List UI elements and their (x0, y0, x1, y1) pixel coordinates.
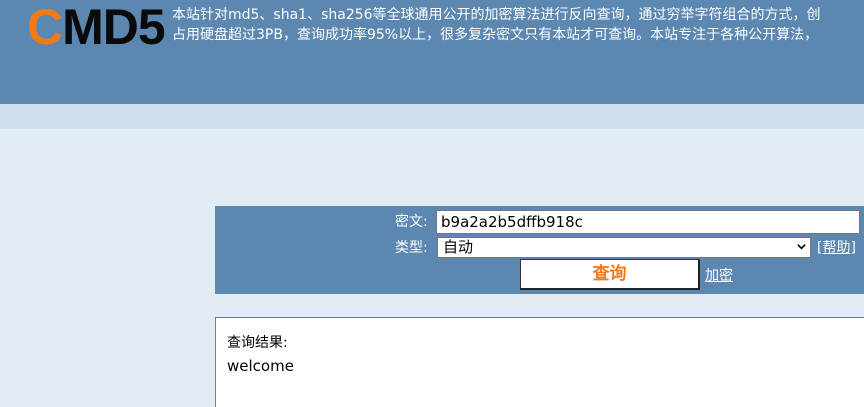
cipher-input[interactable]: b9a2a2b5dffb918c (436, 210, 860, 234)
nav-subbar (0, 104, 864, 129)
logo-letters-md5: MD5 (62, 0, 166, 55)
cipher-label: 密文: (395, 214, 428, 230)
help-link[interactable]: [帮助] (817, 239, 856, 257)
intro-line-2: 占用硬盘超过3PB，查询成功率95%以上，很多复杂密文只有本站才可查询。本站专注… (172, 27, 819, 43)
type-label: 类型: (395, 240, 428, 256)
type-select[interactable]: 自动 (437, 237, 811, 258)
logo-letter-c: C (27, 0, 63, 55)
type-select-value: 自动 (443, 238, 474, 256)
chevron-down-icon (797, 244, 806, 250)
intro-line-1: 本站针对md5、sha1、sha256等全球通用公开的加密算法进行反向查询，通过… (172, 7, 821, 23)
result-panel: 查询结果: welcome (215, 317, 864, 407)
cmd5-logo[interactable]: CMD5 (27, 0, 166, 55)
site-header: CMD5 本站针对md5、sha1、sha256等全球通用公开的加密算法进行反向… (0, 0, 864, 104)
query-button[interactable]: 查询 (520, 259, 700, 290)
result-value: welcome (227, 357, 294, 375)
encrypt-link[interactable]: 加密 (705, 267, 733, 285)
site-intro: 本站针对md5、sha1、sha256等全球通用公开的加密算法进行反向查询，通过… (172, 5, 864, 45)
result-label: 查询结果: (227, 335, 288, 351)
